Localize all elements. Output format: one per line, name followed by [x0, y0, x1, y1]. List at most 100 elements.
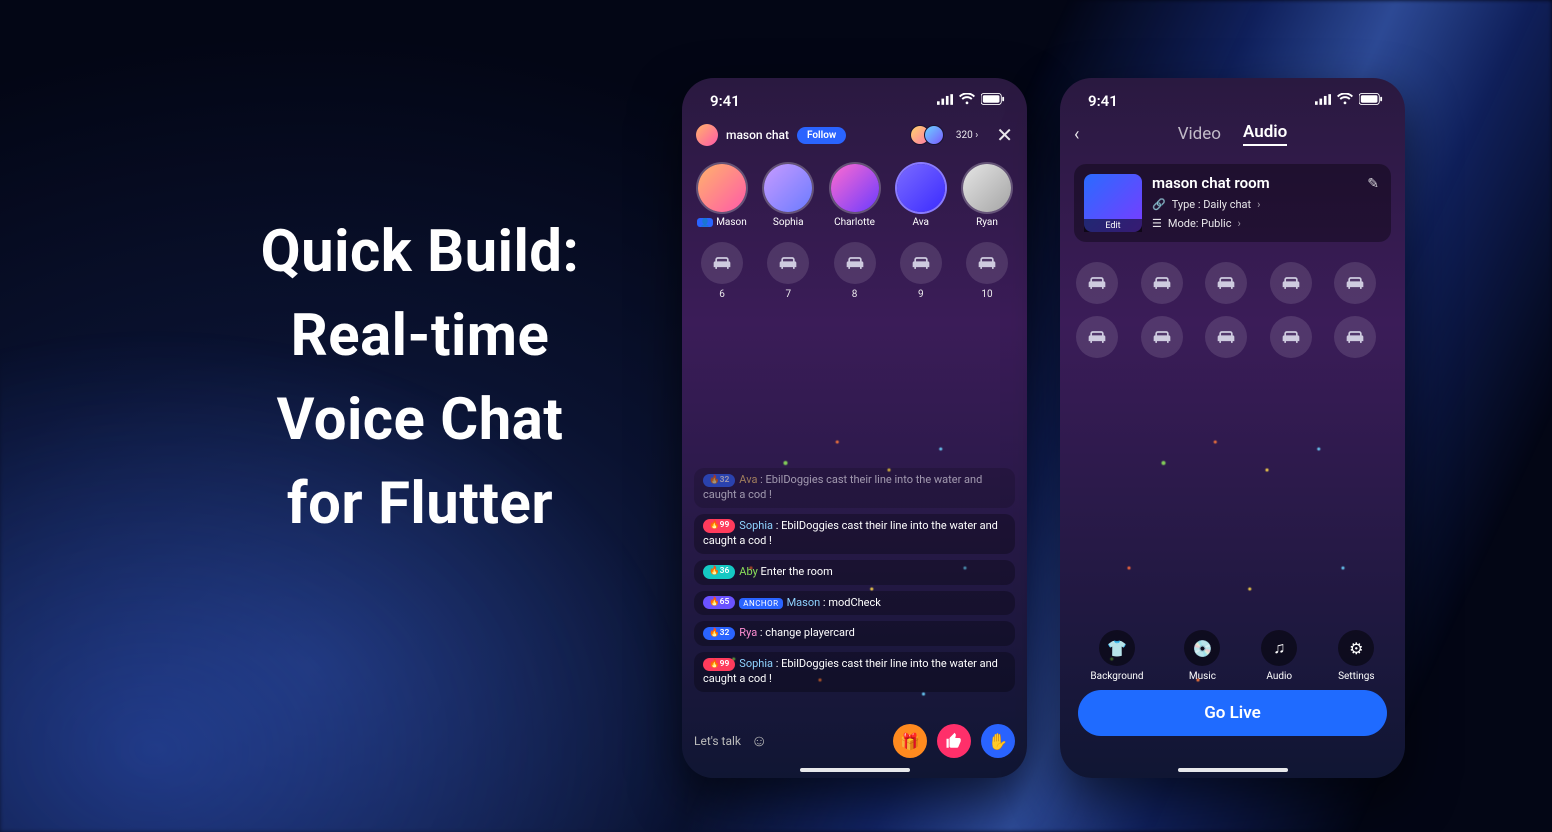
tool-settings[interactable]: ⚙Settings [1338, 630, 1375, 682]
anchor-badge: ANCHOR [739, 598, 782, 609]
sofa-icon [767, 242, 809, 284]
seat-empty[interactable]: 6 [692, 242, 752, 300]
seat-slot[interactable] [1205, 316, 1247, 358]
chat-nick: Ava [739, 473, 757, 486]
emoji-icon[interactable]: ☺ [751, 731, 767, 751]
tab-audio[interactable]: Audio [1243, 122, 1287, 146]
sofa-icon [834, 242, 876, 284]
sofa-icon [900, 242, 942, 284]
chat-nick: Sophia [739, 519, 773, 532]
seat-user[interactable]: Ryan [957, 164, 1017, 228]
tab-video[interactable]: Video [1178, 124, 1221, 144]
seat-user[interactable]: Charlotte [825, 164, 885, 228]
seat-user[interactable]: 👤Mason [692, 164, 752, 228]
message-input[interactable]: Let's talk ☺ [694, 731, 767, 751]
seat-slot[interactable] [1270, 316, 1312, 358]
room-title[interactable]: mason chat room [1152, 174, 1381, 192]
tool-label: Background [1090, 671, 1143, 682]
seat-slot[interactable] [1270, 262, 1312, 304]
audio-icon: ♫ [1261, 630, 1297, 666]
like-button[interactable] [937, 724, 971, 758]
level-badge: 🔥99 [703, 519, 735, 532]
tool-audio[interactable]: ♫Audio [1261, 630, 1297, 682]
battery-icon [981, 93, 1005, 109]
seat-name: 👤Mason [697, 217, 747, 228]
seat-row-empty: 6 7 8 9 10 [682, 228, 1027, 300]
chat-message: 🔥99Sophia : EbilDoggies cast their line … [694, 514, 1015, 554]
list-icon: ☰ [1152, 217, 1162, 230]
seat-slot[interactable] [1205, 262, 1247, 304]
chat-text: Enter the room [758, 565, 833, 578]
room-type-row[interactable]: 🔗 Type : Daily chat › [1152, 198, 1381, 211]
tool-music[interactable]: 💿 Music [1184, 630, 1220, 682]
chat-nick: Aby [739, 565, 758, 578]
seat-slot[interactable] [1334, 262, 1376, 304]
promo-stage: Quick Build: Real-time Voice Chat for Fl… [0, 0, 1552, 832]
level-badge: 🔥36 [703, 565, 735, 578]
seat-empty[interactable]: 9 [891, 242, 951, 300]
tool-label: Music [1189, 671, 1216, 682]
seat-number: 10 [981, 289, 992, 300]
seat-grid [1060, 252, 1405, 368]
host-avatar[interactable] [696, 124, 718, 146]
seat-number: 9 [918, 289, 924, 300]
home-indicator [1178, 768, 1288, 772]
seat-slot[interactable] [1141, 262, 1183, 304]
chevron-right-icon: › [1257, 198, 1260, 211]
chat-message: 🔥99Sophia : EbilDoggies cast their line … [694, 652, 1015, 692]
background-icon: 👕 [1099, 630, 1135, 666]
cover-edit-label: Edit [1084, 219, 1142, 232]
back-icon[interactable]: ‹ [1074, 124, 1079, 145]
seat-number: 8 [852, 289, 858, 300]
tool-background[interactable]: 👕 Background [1090, 630, 1143, 682]
settings-icon: ⚙ [1338, 630, 1374, 666]
avatar [764, 164, 812, 212]
level-badge: 🔥99 [703, 658, 735, 671]
phone-create-room: 9:41 ‹ Video Audio Edit mason chat room … [1060, 78, 1405, 778]
seat-user[interactable]: Ava [891, 164, 951, 228]
seat-name: Sophia [773, 217, 804, 228]
signal-icon [1315, 93, 1331, 109]
seat-number: 7 [785, 289, 791, 300]
mode-tabs: ‹ Video Audio [1060, 116, 1405, 154]
seat-empty[interactable]: 8 [825, 242, 885, 300]
follow-button[interactable]: Follow [797, 127, 846, 144]
chat-feed: 🔥32Ava : EbilDoggies cast their line int… [694, 468, 1015, 692]
chevron-right-icon: › [1237, 217, 1240, 230]
room-header: mason chat Follow 320 › ✕ [682, 116, 1027, 154]
viewer-avatars[interactable] [916, 125, 944, 145]
seat-slot[interactable] [1076, 316, 1118, 358]
go-live-button[interactable]: Go Live [1078, 690, 1387, 736]
level-badge: 🔥65 [703, 596, 735, 609]
seat-user[interactable]: Sophia [758, 164, 818, 228]
level-badge: 🔥32 [703, 474, 735, 487]
level-badge: 🔥32 [703, 627, 735, 640]
seat-empty[interactable]: 10 [957, 242, 1017, 300]
music-icon: 💿 [1184, 630, 1220, 666]
tool-row: 👕 Background 💿 Music ♫Audio ⚙Settings [1060, 630, 1405, 682]
raise-hand-button[interactable]: ✋ [981, 724, 1015, 758]
signal-icon [937, 93, 953, 109]
seat-slot[interactable] [1141, 316, 1183, 358]
gift-button[interactable]: 🎁 [893, 724, 927, 758]
wifi-icon [1337, 93, 1353, 109]
chat-message: 🔥65ANCHORMason : modCheck [694, 591, 1015, 616]
seat-slot[interactable] [1334, 316, 1376, 358]
seat-slot[interactable] [1076, 262, 1118, 304]
close-icon[interactable]: ✕ [996, 125, 1013, 145]
chat-nick: Rya [739, 626, 757, 639]
avatar [963, 164, 1011, 212]
chat-text: : change playercard [757, 626, 855, 639]
room-mode-row[interactable]: ☰ Mode: Public › [1152, 217, 1381, 230]
phone-live-room: 9:41 mason chat Follow 320 › [682, 78, 1027, 778]
sofa-icon [701, 242, 743, 284]
seat-empty[interactable]: 7 [758, 242, 818, 300]
cover-thumb[interactable]: Edit [1084, 174, 1142, 232]
chat-message: 🔥36 Aby Enter the room [694, 560, 1015, 585]
edit-icon[interactable]: ✎ [1367, 176, 1379, 192]
sofa-icon [966, 242, 1008, 284]
viewer-count[interactable]: 320 › [956, 130, 978, 141]
home-indicator [800, 768, 910, 772]
status-bar: 9:41 [682, 78, 1027, 116]
seat-name: Charlotte [834, 217, 875, 228]
